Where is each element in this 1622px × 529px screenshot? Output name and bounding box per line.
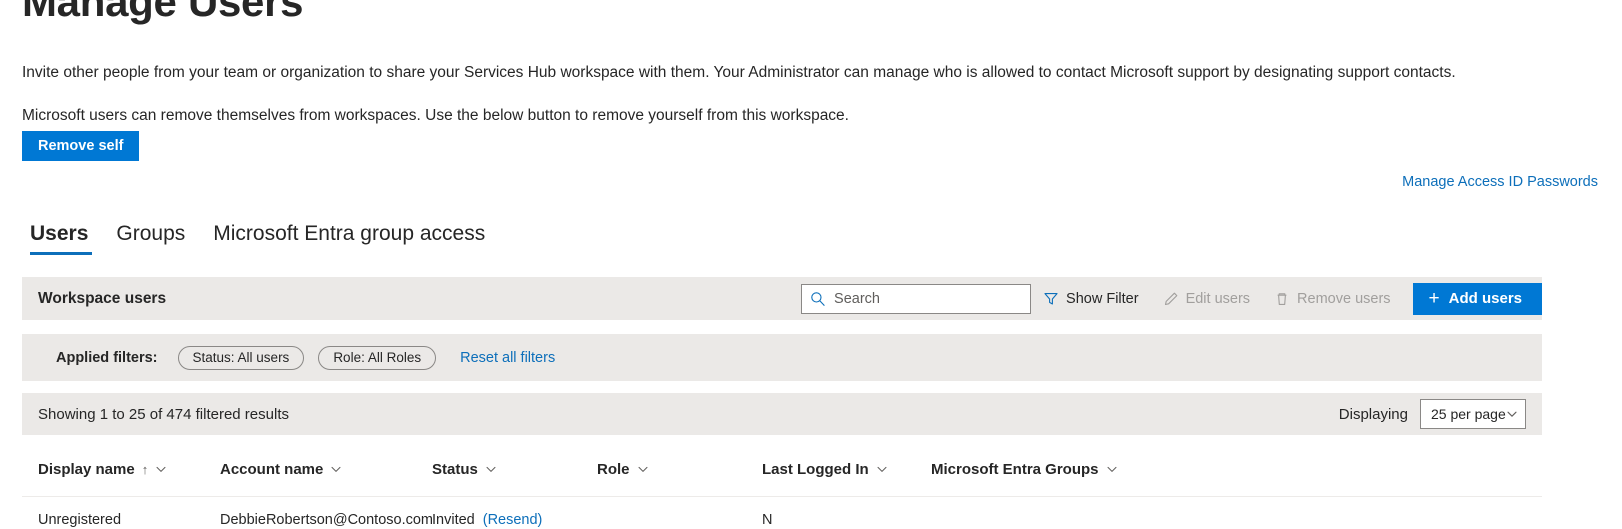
chevron-down-icon [1506, 408, 1518, 420]
manage-access-id-passwords-link[interactable]: Manage Access ID Passwords [1402, 174, 1598, 190]
panel-title: Workspace users [38, 289, 167, 307]
column-header-status-label: Status [432, 460, 478, 478]
cell-status: Invited (Resend) [432, 512, 597, 528]
remove-self-button[interactable]: Remove self [22, 131, 140, 161]
column-header-role[interactable]: Role [597, 461, 762, 478]
column-header-last-logged-in[interactable]: Last Logged In [762, 461, 931, 478]
column-header-entra-groups[interactable]: Microsoft Entra Groups [931, 461, 1251, 478]
remove-users-button[interactable]: Remove users [1262, 277, 1402, 320]
funnel-icon [1043, 291, 1059, 307]
cell-account-name: DebbieRobertson@Contoso.com [220, 512, 433, 528]
remove-users-label: Remove users [1297, 290, 1391, 307]
manage-users-page: Manage Users Invite other people from yo… [0, 0, 1622, 529]
chevron-down-icon [330, 463, 342, 475]
cell-display-name: Unregistered [38, 512, 122, 528]
page-size-value: 25 per page [1431, 406, 1506, 422]
edit-users-label: Edit users [1185, 290, 1251, 307]
show-filter-label: Show Filter [1066, 290, 1139, 307]
add-users-label: Add users [1448, 290, 1522, 307]
tab-groups[interactable]: Groups [102, 222, 199, 255]
search-box[interactable] [801, 283, 1032, 314]
column-header-entra-groups-label: Microsoft Entra Groups [931, 460, 1099, 478]
chevron-down-icon [1106, 463, 1118, 475]
table-header-row: Display name ↑ Account name Status Role [22, 442, 1542, 497]
column-header-display-name-label: Display name [38, 460, 135, 478]
pencil-icon [1163, 291, 1179, 307]
chevron-down-icon [876, 463, 888, 475]
results-summary-bar: Showing 1 to 25 of 474 filtered results … [22, 393, 1542, 435]
results-count-text: Showing 1 to 25 of 474 filtered results [38, 405, 289, 423]
column-header-status[interactable]: Status [432, 461, 597, 478]
tab-users-label: Users [30, 222, 89, 245]
reset-all-filters-link[interactable]: Reset all filters [460, 350, 555, 366]
applied-filters-bar: Applied filters: Status: All users Role:… [22, 334, 1542, 381]
page-title: Manage Users [22, 0, 304, 25]
resend-invite-link[interactable]: (Resend) [483, 512, 543, 528]
tab-users[interactable]: Users [22, 222, 102, 256]
tab-entra-group-access-label: Microsoft Entra group access [213, 222, 486, 245]
column-header-account-name[interactable]: Account name [220, 461, 432, 478]
page-size-control: Displaying 25 per page [1339, 399, 1526, 429]
intro-paragraph-1: Invite other people from your team or or… [22, 64, 1456, 81]
search-input[interactable] [826, 289, 1025, 308]
status-badge: Invited [432, 512, 475, 528]
toolbar-actions: Show Filter Edit users Remove users [801, 277, 1542, 320]
applied-filters-label: Applied filters: [56, 349, 158, 366]
edit-users-button[interactable]: Edit users [1151, 277, 1262, 320]
workspace-users-toolbar: Workspace users Show Filter [22, 277, 1542, 320]
tab-groups-label: Groups [116, 222, 186, 245]
trash-icon [1274, 291, 1290, 307]
add-users-button[interactable]: + Add users [1412, 282, 1542, 315]
table-row[interactable]: Unregistered DebbieRobertson@Contoso.com… [22, 497, 1542, 529]
chevron-down-icon [485, 463, 497, 475]
column-header-role-label: Role [597, 460, 630, 478]
page-size-select[interactable]: 25 per page [1420, 399, 1526, 429]
users-table: Display name ↑ Account name Status Role [22, 442, 1542, 529]
column-header-last-logged-in-label: Last Logged In [762, 460, 869, 478]
tab-list: Users Groups Microsoft Entra group acces… [22, 222, 499, 256]
show-filter-button[interactable]: Show Filter [1031, 277, 1151, 320]
sort-ascending-icon: ↑ [141, 461, 149, 477]
column-header-account-name-label: Account name [220, 460, 324, 478]
displaying-label: Displaying [1338, 405, 1408, 423]
search-icon [810, 291, 826, 307]
filter-chip-role[interactable]: Role: All Roles [318, 345, 437, 370]
cell-last-logged-in: N [762, 512, 773, 528]
chevron-down-icon [155, 463, 167, 475]
tab-entra-group-access[interactable]: Microsoft Entra group access [199, 222, 499, 255]
filter-chip-status[interactable]: Status: All users [177, 345, 305, 370]
intro-paragraph-2: Microsoft users can remove themselves fr… [22, 107, 849, 124]
chevron-down-icon [637, 463, 649, 475]
column-header-display-name[interactable]: Display name ↑ [38, 461, 220, 478]
plus-icon: + [1428, 288, 1440, 309]
